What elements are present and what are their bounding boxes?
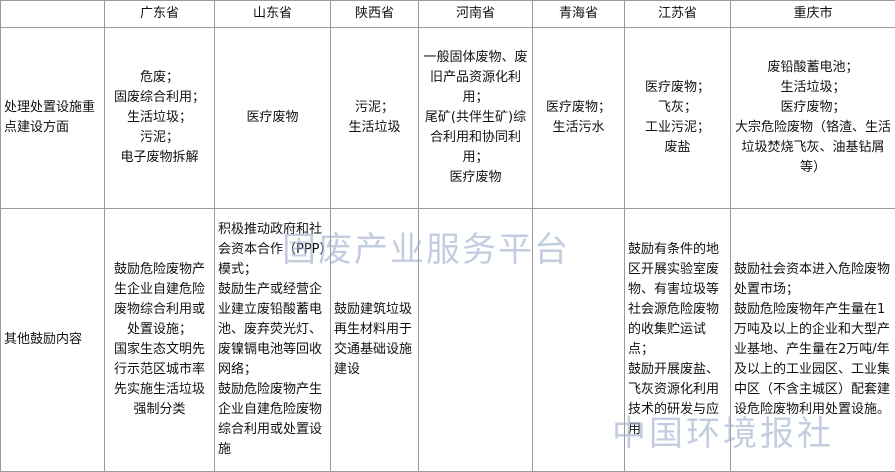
table-cell: 鼓励社会资本进入危险废物处置市场； 鼓励危险废物年产生量在1万吨及以上的企业和大型… <box>730 208 895 472</box>
table-cell: 一般固体废物、废旧产品资源化利用； 尾矿(共伴生矿)综合利用和协同利用； 医疗废物 <box>418 27 533 209</box>
cell-line: 生活垃圾； <box>780 80 846 95</box>
cell-line: 生活垃圾 <box>348 120 401 135</box>
cell-line: 医疗废物； <box>545 100 611 115</box>
cell-line: 危废； <box>139 70 179 85</box>
header-henan: 河南省 <box>418 0 533 28</box>
table-cell <box>532 208 625 472</box>
cell-line: 鼓励危险废物年产生量在1万吨及以上的企业和大型产业基地、产生量在2万吨/年及以上… <box>734 302 891 417</box>
table-cell: 鼓励危险废物产生企业自建危险废物综合利用或处置设施； 国家生态文明先行示范区城市率… <box>104 208 215 472</box>
table-row: 处理处置设施重点建设方面 危废； 固废综合利用； 生活垃圾； 污泥； 电子废物拆解 医疗… <box>0 27 895 209</box>
cell-line: 废铅酸蓄电池； <box>767 60 859 75</box>
table-row: 其他鼓励内容 鼓励危险废物产生企业自建危险废物综合利用或处置设施； 国家生态文明先… <box>0 208 895 472</box>
cell-line: 污泥； <box>139 130 179 145</box>
table-cell: 医疗废物； 生活污水 <box>532 27 625 209</box>
cell-line: 飞灰； <box>657 100 697 115</box>
cell-line: 生活污水 <box>552 120 605 135</box>
header-chongqing: 重庆市 <box>730 0 895 28</box>
table-cell: 危废； 固废综合利用； 生活垃圾； 污泥； 电子废物拆解 <box>104 27 215 209</box>
cell-line: 鼓励危险废物产生企业自建危险废物综合利用或处置设施； <box>113 262 205 337</box>
table-cell: 废铅酸蓄电池； 生活垃圾； 医疗废物； 大宗危险废物（铬渣、生活垃圾焚烧飞灰、油基钻屑… <box>730 27 895 209</box>
cell-line: 一般固体废物、废旧产品资源化利用； <box>423 50 528 105</box>
cell-line: 污泥； <box>354 100 394 115</box>
table-cell: 医疗废物； 飞灰； 工业污泥； 废盐 <box>624 27 731 209</box>
header-jiangsu: 江苏省 <box>624 0 731 28</box>
header-row: 广东省 山东省 陕西省 河南省 青海省 江苏省 重庆市 <box>0 0 895 28</box>
cell-line: 国家生态文明先行示范区城市率先实施生活垃圾强制分类 <box>113 342 205 417</box>
header-guangdong: 广东省 <box>104 0 215 28</box>
cell-line: 鼓励社会资本进入危险废物处置市场； <box>734 262 891 297</box>
cell-line: 医疗废物 <box>449 170 502 185</box>
cell-line: 医疗废物 <box>246 110 299 125</box>
table-cell: 污泥； 生活垃圾 <box>330 27 419 209</box>
cell-line: 生活垃圾； <box>126 110 192 125</box>
table-cell <box>418 208 533 472</box>
header-shandong: 山东省 <box>214 0 331 28</box>
cell-line: 工业污泥； <box>644 120 710 135</box>
row-label: 其他鼓励内容 <box>0 208 105 472</box>
cell-line: 鼓励危险废物产生企业自建危险废物综合利用或处置设施 <box>218 382 323 457</box>
cell-line: 医疗废物； <box>780 100 846 115</box>
cell-line: 医疗废物； <box>644 80 710 95</box>
cell-line: 尾矿(共伴生矿)综合利用和协同利用； <box>424 110 527 165</box>
header-qinghai: 青海省 <box>532 0 625 28</box>
cell-line: 鼓励建筑垃圾再生材料用于交通基础设施建设 <box>334 302 413 377</box>
cell-line: 废盐 <box>664 140 691 155</box>
table-cell: 积极推动政府和社会资本合作（PPP）模式； 鼓励生产或经营企业建立废铅酸蓄电池、废… <box>214 208 331 472</box>
header-shaanxi: 陕西省 <box>330 0 419 28</box>
cell-line: 大宗危险废物（铬渣、生活垃圾焚烧飞灰、油基钻屑等） <box>734 120 891 175</box>
cell-line: 电子废物拆解 <box>120 150 199 165</box>
table-cell: 医疗废物 <box>214 27 331 209</box>
cell-line: 鼓励有条件的地区开展实验室废物、有害垃圾等社会源危险废物的收集贮运试点； <box>628 242 720 357</box>
header-corner <box>0 0 105 28</box>
table-cell: 鼓励建筑垃圾再生材料用于交通基础设施建设 <box>330 208 419 472</box>
cell-line: 积极推动政府和社会资本合作（PPP）模式； <box>218 222 327 277</box>
cell-line: 鼓励开展废盐、飞灰资源化利用技术的研发与应用 <box>628 362 720 437</box>
table-cell: 鼓励有条件的地区开展实验室废物、有害垃圾等社会源危险废物的收集贮运试点； 鼓励开展… <box>624 208 731 472</box>
row-label: 处理处置设施重点建设方面 <box>0 27 105 209</box>
cell-line: 固废综合利用； <box>113 90 205 105</box>
policy-table: 广东省 山东省 陕西省 河南省 青海省 江苏省 重庆市 处理处置设施重点建设方面… <box>0 0 895 472</box>
cell-line: 鼓励生产或经营企业建立废铅酸蓄电池、废弃荧光灯、废镍镉电池等回收网络； <box>218 282 323 377</box>
